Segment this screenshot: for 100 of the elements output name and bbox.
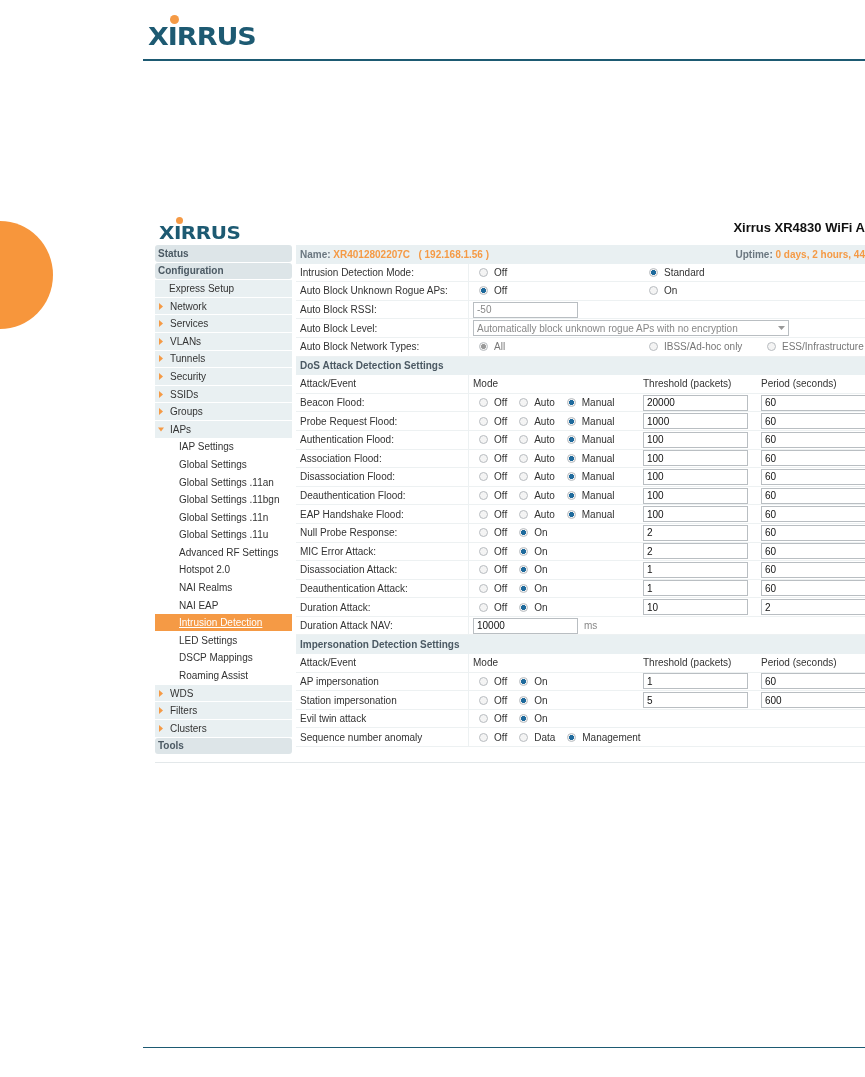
sidebar-item[interactable]: Services	[155, 315, 292, 332]
sidebar-item[interactable]: Groups	[155, 403, 292, 420]
sidebar-item[interactable]: VLANs	[155, 332, 292, 350]
radio-option[interactable]: Off	[473, 675, 508, 687]
threshold-field[interactable]: 100	[643, 468, 748, 485]
radio-option[interactable]: Off	[473, 731, 508, 743]
period-field[interactable]: 60	[761, 580, 865, 597]
radio-option[interactable]: Auto	[513, 490, 555, 501]
radio-option[interactable]: Off	[473, 601, 508, 613]
period-field[interactable]: 60	[761, 487, 865, 504]
radio-option[interactable]: Manual	[560, 397, 615, 409]
period-field[interactable]: 60	[761, 561, 865, 578]
sidebar-item[interactable]: Configuration	[155, 262, 292, 280]
radio-option[interactable]: Off	[473, 471, 508, 483]
radio-option[interactable]: Off	[473, 694, 508, 706]
threshold-field[interactable]: 100	[643, 450, 748, 467]
radio-option[interactable]: Off	[473, 397, 508, 409]
radio-option[interactable]: Manual	[560, 434, 615, 446]
radio-option[interactable]: Standard	[643, 266, 705, 278]
period-field[interactable]: 60	[761, 673, 865, 690]
threshold-field[interactable]: 100	[643, 506, 748, 523]
sidebar-item[interactable]: Tools	[155, 737, 292, 755]
radio-option[interactable]: Manual	[560, 415, 615, 427]
radio-option[interactable]: Management	[561, 731, 641, 743]
row-label: Deauthentication Attack:	[300, 583, 408, 594]
threshold-field[interactable]: 1	[643, 580, 748, 597]
radio-option[interactable]: On	[513, 601, 548, 613]
sidebar-item[interactable]: Status	[155, 245, 292, 262]
threshold-field[interactable]: 1	[643, 673, 748, 690]
uptime-label: Uptime:	[735, 248, 773, 260]
threshold-field[interactable]: 1000	[643, 413, 748, 430]
radio-option[interactable]: Auto	[513, 452, 555, 464]
radio-option[interactable]: Auto	[513, 415, 555, 427]
sidebar-item[interactable]: SSIDs	[155, 385, 292, 403]
dropdown-caret-icon	[778, 326, 785, 331]
sidebar-item[interactable]: Express Setup	[155, 280, 292, 297]
sidebar-item[interactable]: Tunnels	[155, 350, 292, 368]
radio-option[interactable]: On	[513, 713, 548, 725]
radio-option[interactable]: Auto	[513, 508, 555, 520]
radio-option[interactable]: On	[643, 285, 678, 297]
sidebar-item[interactable]: IAPs	[155, 420, 292, 438]
threshold-field[interactable]: 100	[643, 487, 748, 504]
radio-option[interactable]: Auto	[513, 434, 555, 446]
radio-option[interactable]: Manual	[560, 508, 615, 520]
threshold-field[interactable]: 5	[643, 692, 748, 709]
radio-option[interactable]: Off	[473, 434, 508, 446]
period-field[interactable]: 60	[761, 394, 865, 411]
radio-option[interactable]: On	[513, 527, 548, 539]
radio-option[interactable]: Auto	[513, 471, 555, 483]
radio-option[interactable]: On	[513, 694, 548, 706]
radio-option[interactable]: Off	[473, 564, 508, 576]
radio-option[interactable]: Off	[473, 266, 508, 278]
sidebar-item[interactable]: Clusters	[155, 720, 292, 737]
period-field[interactable]: 60	[761, 413, 865, 430]
threshold-field[interactable]: 1	[643, 561, 748, 578]
nav-field[interactable]: 10000	[473, 617, 578, 634]
threshold-field[interactable]: 20000	[643, 394, 748, 411]
radio-option[interactable]: Auto	[513, 397, 555, 409]
setting-label: Intrusion Detection Mode:	[300, 266, 414, 278]
period-field[interactable]: 60	[761, 450, 865, 467]
radio-option[interactable]: Manual	[560, 490, 615, 501]
sidebar-item[interactable]: Network	[155, 297, 292, 315]
period-field[interactable]: 600	[761, 692, 865, 709]
radio-option[interactable]: Manual	[560, 471, 615, 483]
radio-option[interactable]: Off	[473, 490, 508, 501]
row-label: Association Flood:	[300, 452, 382, 464]
period-field[interactable]: 60	[761, 524, 865, 541]
sidebar-item[interactable]: WDS	[155, 684, 292, 702]
period-field[interactable]: 2	[761, 599, 865, 616]
radio-option[interactable]: Off	[473, 713, 508, 725]
setting-label: Auto Block Level:	[300, 322, 378, 334]
threshold-field[interactable]: 100	[643, 431, 748, 448]
radio-option[interactable]: On	[513, 675, 548, 687]
row-label: EAP Handshake Flood:	[300, 508, 404, 520]
radio-option[interactable]: On	[513, 545, 548, 557]
threshold-field[interactable]: 2	[643, 543, 748, 560]
radio-option[interactable]: On	[513, 564, 548, 576]
sidebar-item[interactable]: Security	[155, 368, 292, 385]
radio-option[interactable]: Off	[473, 285, 508, 297]
sidebar-item[interactable]: Filters	[155, 702, 292, 720]
period-field[interactable]: 60	[761, 468, 865, 485]
setting-label: Auto Block RSSI:	[300, 304, 377, 316]
period-field[interactable]: 60	[761, 543, 865, 560]
brand-logo: XIRRUS	[148, 22, 256, 49]
radio-option[interactable]: Off	[473, 508, 508, 520]
radio-option[interactable]: Off	[473, 545, 508, 557]
radio-option[interactable]: Off	[473, 527, 508, 539]
period-field[interactable]: 60	[761, 506, 865, 523]
device-name: XR4012802207C	[333, 248, 411, 260]
threshold-field[interactable]: 2	[643, 524, 748, 541]
radio-option[interactable]: Off	[473, 415, 508, 427]
radio-option[interactable]: On	[513, 583, 548, 594]
period-field[interactable]: 60	[761, 431, 865, 448]
row-label: Station impersonation	[300, 694, 397, 706]
uptime-value: 0 days, 2 hours, 44	[775, 248, 865, 260]
threshold-field[interactable]: 10	[643, 599, 748, 616]
radio-option[interactable]: Off	[473, 583, 508, 594]
radio-option[interactable]: Data	[513, 731, 556, 743]
radio-option[interactable]: Off	[473, 452, 508, 464]
radio-option[interactable]: Manual	[560, 452, 615, 464]
